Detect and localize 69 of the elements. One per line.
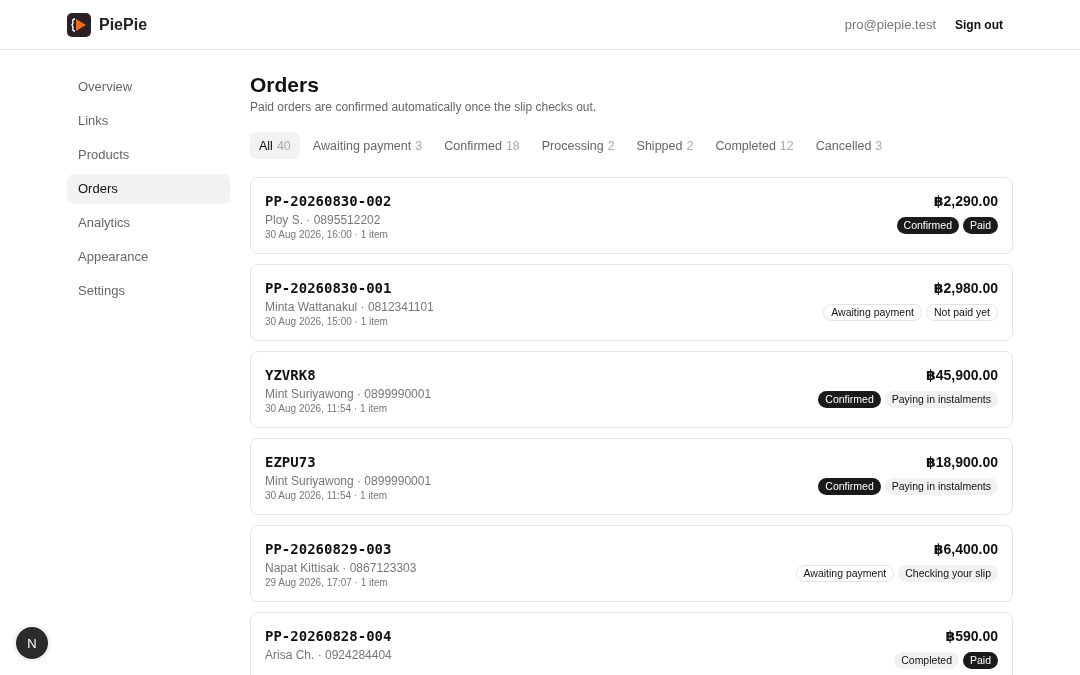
order-meta: 30 Aug 2026, 11:54 · 1 item [265, 402, 389, 416]
tab-count: 2 [686, 138, 694, 153]
sidebar-item[interactable]: Appearance [67, 242, 230, 272]
order-total: ฿18,900.00 [925, 453, 998, 472]
page-subtitle: Paid orders are confirmed automatically once the slip checks out. [250, 100, 598, 114]
sidebar-item[interactable]: Analytics [67, 208, 230, 238]
customer-info: Mint Suriyawong · 0899990001 [265, 386, 432, 402]
order-total: ฿45,900.00 [925, 366, 998, 385]
sidebar-item[interactable]: Links [67, 106, 230, 136]
tab-count: 2 [607, 138, 615, 153]
tab-count: 18 [505, 138, 520, 153]
order-id: YZVRK8 [265, 366, 317, 385]
account-email: pro@piepie.test [844, 17, 936, 32]
sidebar-item[interactable]: Products [67, 140, 230, 170]
status-badge: Paying in instalments [884, 391, 998, 408]
status-badge: Paying in instalments [884, 478, 998, 495]
order-card[interactable]: PP-20260830-002 Ploy S. · 0895512202 30 Aug 2026, 16:00 · 1 item ฿2,290.00 Confirmed Paid [250, 177, 1013, 254]
order-total: ฿6,400.00 [933, 540, 998, 559]
brand-name: PiePie [99, 15, 148, 34]
order-total: ฿2,980.00 [933, 279, 998, 298]
order-card[interactable]: EZPU73 Mint Suriyawong · 0899990001 30 Aug 2026, 11:54 · 1 item ฿18,900.00 Confirmed Paying in instalments [250, 438, 1013, 515]
filter-tab[interactable]: Cancelled 3 [806, 132, 892, 159]
sidebar-item[interactable]: Orders [67, 174, 230, 204]
status-badge: Awaiting payment [823, 304, 922, 321]
order-id: PP-20260828-004 [265, 627, 392, 646]
page-title: Orders [250, 72, 320, 98]
order-meta: 30 Aug 2026, 11:54 · 1 item [265, 489, 389, 503]
filter-tab[interactable]: Completed 12 [706, 132, 803, 159]
customer-info: Ploy S. · 0895512202 [265, 212, 382, 228]
order-card[interactable]: PP-20260828-004 Arisa Ch. · 0924284404 ฿590.00 Completed Paid [250, 612, 1013, 675]
status-badge: Confirmed [896, 217, 959, 234]
status-badge: Confirmed [818, 391, 881, 408]
tab-count: 3 [415, 138, 423, 153]
status-badge: Checking your slip [898, 565, 998, 582]
order-id: EZPU73 [265, 453, 317, 472]
filter-tab[interactable]: All 40 [250, 132, 300, 159]
order-card[interactable]: PP-20260829-003 Napat Kittisak · 0867123303 29 Aug 2026, 17:07 · 1 item ฿6,400.00 Awaiting payment Checking your slip [250, 525, 1013, 602]
order-card[interactable]: YZVRK8 Mint Suriyawong · 0899990001 30 Aug 2026, 11:54 · 1 item ฿45,900.00 Confirmed Paying in instalments [250, 351, 1013, 428]
customer-info: Napat Kittisak · 0867123303 [265, 560, 417, 576]
status-badge: Paid [963, 217, 998, 234]
status-badge: Completed [894, 652, 959, 669]
filter-tab[interactable]: Awaiting payment 3 [303, 132, 432, 159]
filter-tab[interactable]: Processing 2 [532, 132, 624, 159]
logo-icon [67, 12, 91, 37]
filter-tab[interactable]: Confirmed 18 [435, 132, 529, 159]
customer-info: Mint Suriyawong · 0899990001 [265, 473, 432, 489]
sign-out-link[interactable]: Sign out [955, 17, 1003, 32]
status-badge: Awaiting payment [795, 565, 895, 582]
filter-tab[interactable]: Shipped 2 [627, 132, 703, 159]
customer-info: Arisa Ch. · 0924284404 [265, 647, 392, 663]
tab-count: 12 [779, 138, 794, 153]
dev-tools-button[interactable]: N [16, 627, 48, 659]
order-id: PP-20260829-003 [265, 540, 393, 559]
status-badge: Paid [963, 652, 998, 669]
sidebar-item[interactable]: Settings [67, 276, 230, 306]
order-card[interactable]: PP-20260830-001 Minta Wattanakul · 0812341101 30 Aug 2026, 15:00 · 1 item ฿2,980.00 Awaiting payment Not paid yet [250, 264, 1013, 341]
sidebar-item[interactable]: Overview [67, 72, 230, 102]
order-meta: 30 Aug 2026, 16:00 · 1 item [265, 228, 389, 242]
customer-info: Minta Wattanakul · 0812341101 [265, 299, 434, 315]
tab-count: 40 [276, 138, 291, 153]
order-id: PP-20260830-001 [265, 279, 393, 298]
order-total: ฿590.00 [945, 627, 998, 646]
status-badge: Not paid yet [925, 304, 998, 321]
status-badge: Confirmed [818, 478, 881, 495]
order-total: ฿2,290.00 [933, 192, 998, 211]
order-meta: 29 Aug 2026, 17:07 · 1 item [265, 576, 389, 590]
order-id: PP-20260830-002 [265, 192, 392, 211]
order-meta: 30 Aug 2026, 15:00 · 1 item [265, 315, 389, 329]
tab-count: 3 [875, 138, 883, 153]
